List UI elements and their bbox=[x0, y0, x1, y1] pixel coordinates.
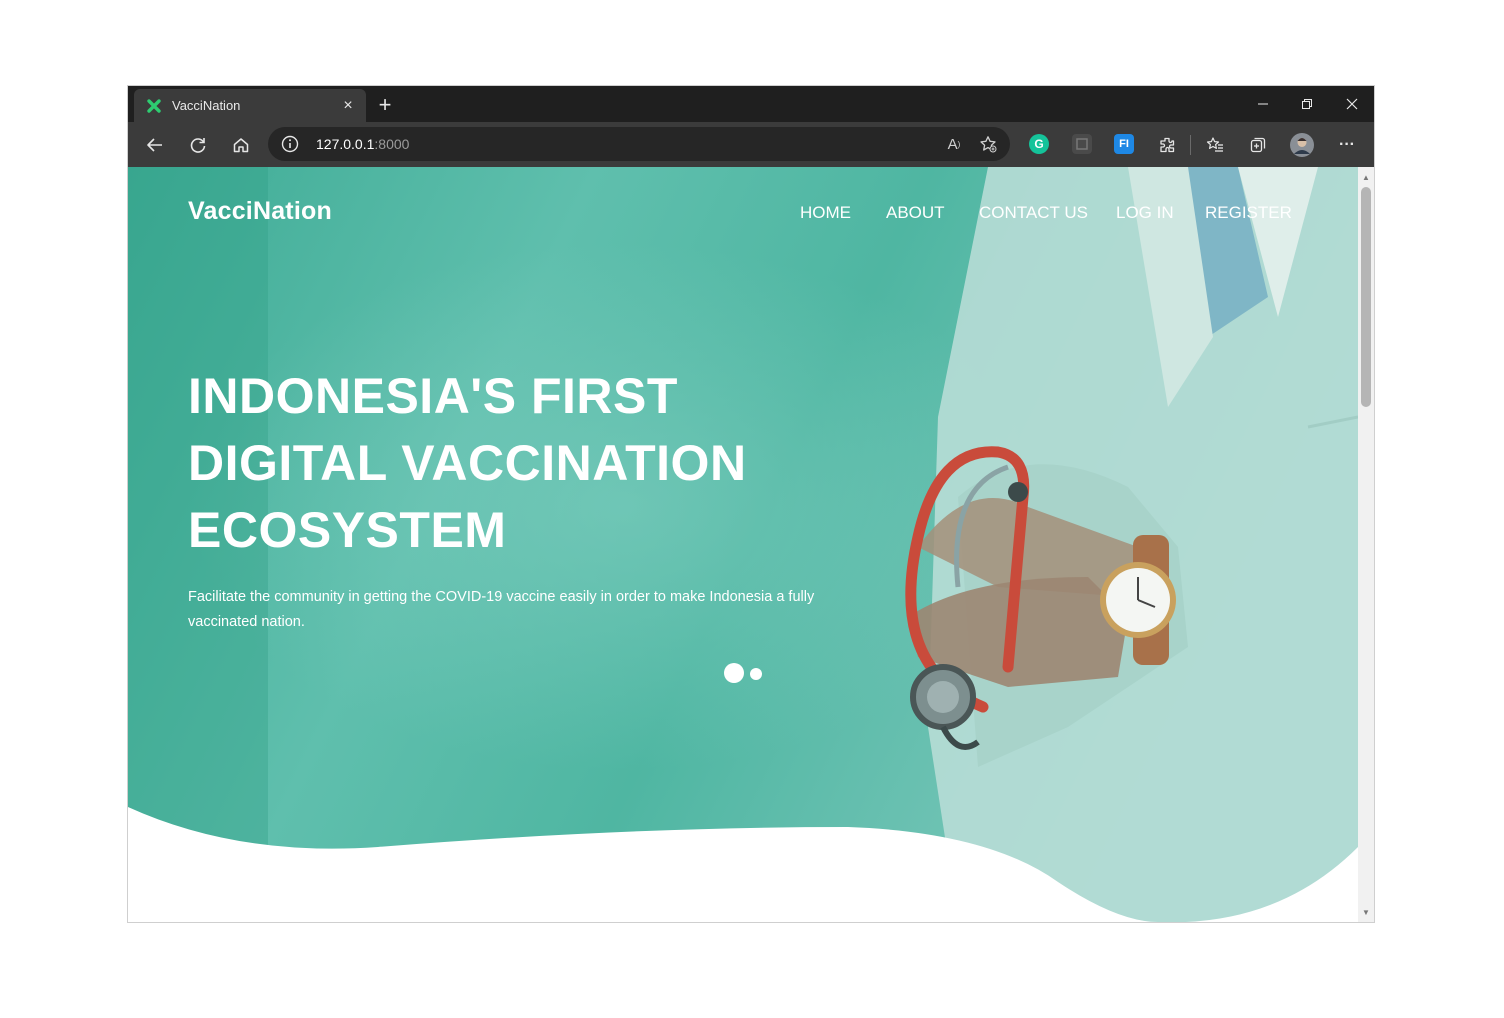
profile-avatar[interactable] bbox=[1288, 131, 1316, 159]
nav-home[interactable]: HOME bbox=[800, 203, 851, 223]
hero-headline-line-2: DIGITAL VACCINATION bbox=[188, 435, 747, 491]
refresh-icon[interactable] bbox=[184, 131, 212, 159]
nav-log-in[interactable]: LOG IN bbox=[1116, 203, 1174, 223]
hero-headline-line-1: INDONESIA'S FIRST bbox=[188, 368, 678, 424]
vaccination-favicon-icon bbox=[146, 98, 162, 114]
tab-title: VacciNation bbox=[172, 98, 241, 113]
site-info-icon[interactable] bbox=[280, 134, 300, 154]
collections-icon[interactable] bbox=[1244, 131, 1272, 159]
slider-dot-active[interactable] bbox=[724, 663, 744, 683]
fi-extension-icon[interactable]: FI bbox=[1114, 134, 1134, 154]
page-scrollbar[interactable]: ▲ ▼ bbox=[1358, 167, 1374, 922]
browser-toolbar: 127.0.0.1:8000 A) G FI ··· bbox=[128, 122, 1374, 167]
slider-dot[interactable] bbox=[750, 668, 762, 680]
favorites-icon[interactable] bbox=[1201, 131, 1229, 159]
url-port: :8000 bbox=[374, 136, 410, 152]
url-text[interactable]: 127.0.0.1:8000 bbox=[316, 136, 409, 152]
add-favorite-icon[interactable] bbox=[978, 134, 998, 154]
more-options-icon[interactable]: ··· bbox=[1333, 131, 1361, 159]
close-window-icon[interactable] bbox=[1330, 86, 1374, 122]
extension-puzzle-icon[interactable] bbox=[1072, 134, 1092, 154]
restore-icon[interactable] bbox=[1285, 86, 1329, 122]
nav-about[interactable]: ABOUT bbox=[886, 203, 945, 223]
hero-headline-line-3: ECOSYSTEM bbox=[188, 502, 507, 558]
hero-headline: INDONESIA'S FIRST DIGITAL VACCINATION EC… bbox=[188, 363, 788, 564]
nav-register[interactable]: REGISTER bbox=[1205, 203, 1292, 223]
nav-contact-us[interactable]: CONTACT US bbox=[979, 203, 1088, 223]
scroll-up-icon[interactable]: ▲ bbox=[1358, 169, 1374, 185]
url-host: 127.0.0.1 bbox=[316, 136, 375, 152]
title-bar: VacciNation × + bbox=[128, 86, 1374, 122]
hero-subtext: Facilitate the community in getting the … bbox=[188, 589, 815, 630]
read-aloud-label: A bbox=[947, 135, 958, 153]
address-bar[interactable]: 127.0.0.1:8000 A) bbox=[268, 127, 1010, 161]
browser-window: VacciNation × + 127.0.0.1:8000 A) G FI ·… bbox=[128, 86, 1374, 922]
minimize-icon[interactable] bbox=[1241, 86, 1285, 122]
scroll-down-icon[interactable]: ▼ bbox=[1358, 904, 1374, 920]
home-icon[interactable] bbox=[227, 131, 255, 159]
grammarly-icon[interactable]: G bbox=[1029, 134, 1049, 154]
page-viewport: VacciNation HOME ABOUT CONTACT US LOG IN… bbox=[128, 167, 1358, 922]
read-aloud-icon[interactable]: A) bbox=[944, 134, 964, 154]
scrollbar-thumb[interactable] bbox=[1361, 187, 1371, 407]
browser-tab[interactable]: VacciNation × bbox=[134, 89, 366, 122]
new-tab-button[interactable]: + bbox=[372, 92, 398, 118]
site-brand-logo[interactable]: VacciNation bbox=[188, 197, 332, 226]
toolbar-separator bbox=[1190, 135, 1191, 155]
back-arrow-icon[interactable] bbox=[141, 131, 169, 159]
tab-close-icon[interactable]: × bbox=[338, 96, 358, 116]
extensions-icon[interactable] bbox=[1153, 131, 1181, 159]
